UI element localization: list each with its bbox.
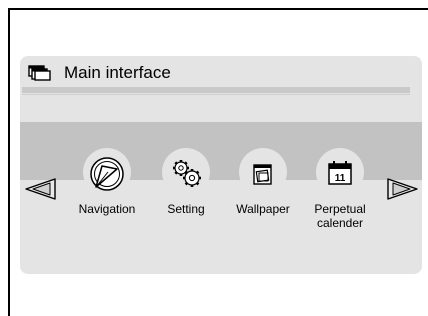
calendar-day-number: 11 <box>335 173 346 184</box>
app-setting-button[interactable]: Setting <box>156 148 216 218</box>
windows-stack-icon <box>28 65 52 86</box>
app-wallpaper-button[interactable]: Wallpaper <box>233 148 293 218</box>
gears-icon <box>166 154 206 199</box>
navigation-compass-icon <box>87 154 127 199</box>
panel-title-bar: Main interface <box>20 56 422 88</box>
frame-top-border <box>8 8 428 10</box>
calendar-icon: 11 <box>320 154 360 199</box>
app-navigation-button[interactable]: Navigation <box>77 148 137 218</box>
title-divider <box>22 87 410 93</box>
app-perpetual-calender-button[interactable]: 11 Perpetual calender <box>310 148 370 230</box>
right-triangle-arrow-icon[interactable] <box>385 178 419 205</box>
main-interface-panel: Main interface Navigation Setting Wallpa… <box>20 56 422 274</box>
title-divider-secondary <box>22 94 410 95</box>
app-label-perpetual-calender: Perpetual calender <box>314 202 366 230</box>
frame-left-border <box>8 8 10 316</box>
page-title: Main interface <box>64 63 171 82</box>
wallpaper-frames-icon <box>243 154 283 199</box>
left-triangle-arrow-icon[interactable] <box>24 178 58 205</box>
